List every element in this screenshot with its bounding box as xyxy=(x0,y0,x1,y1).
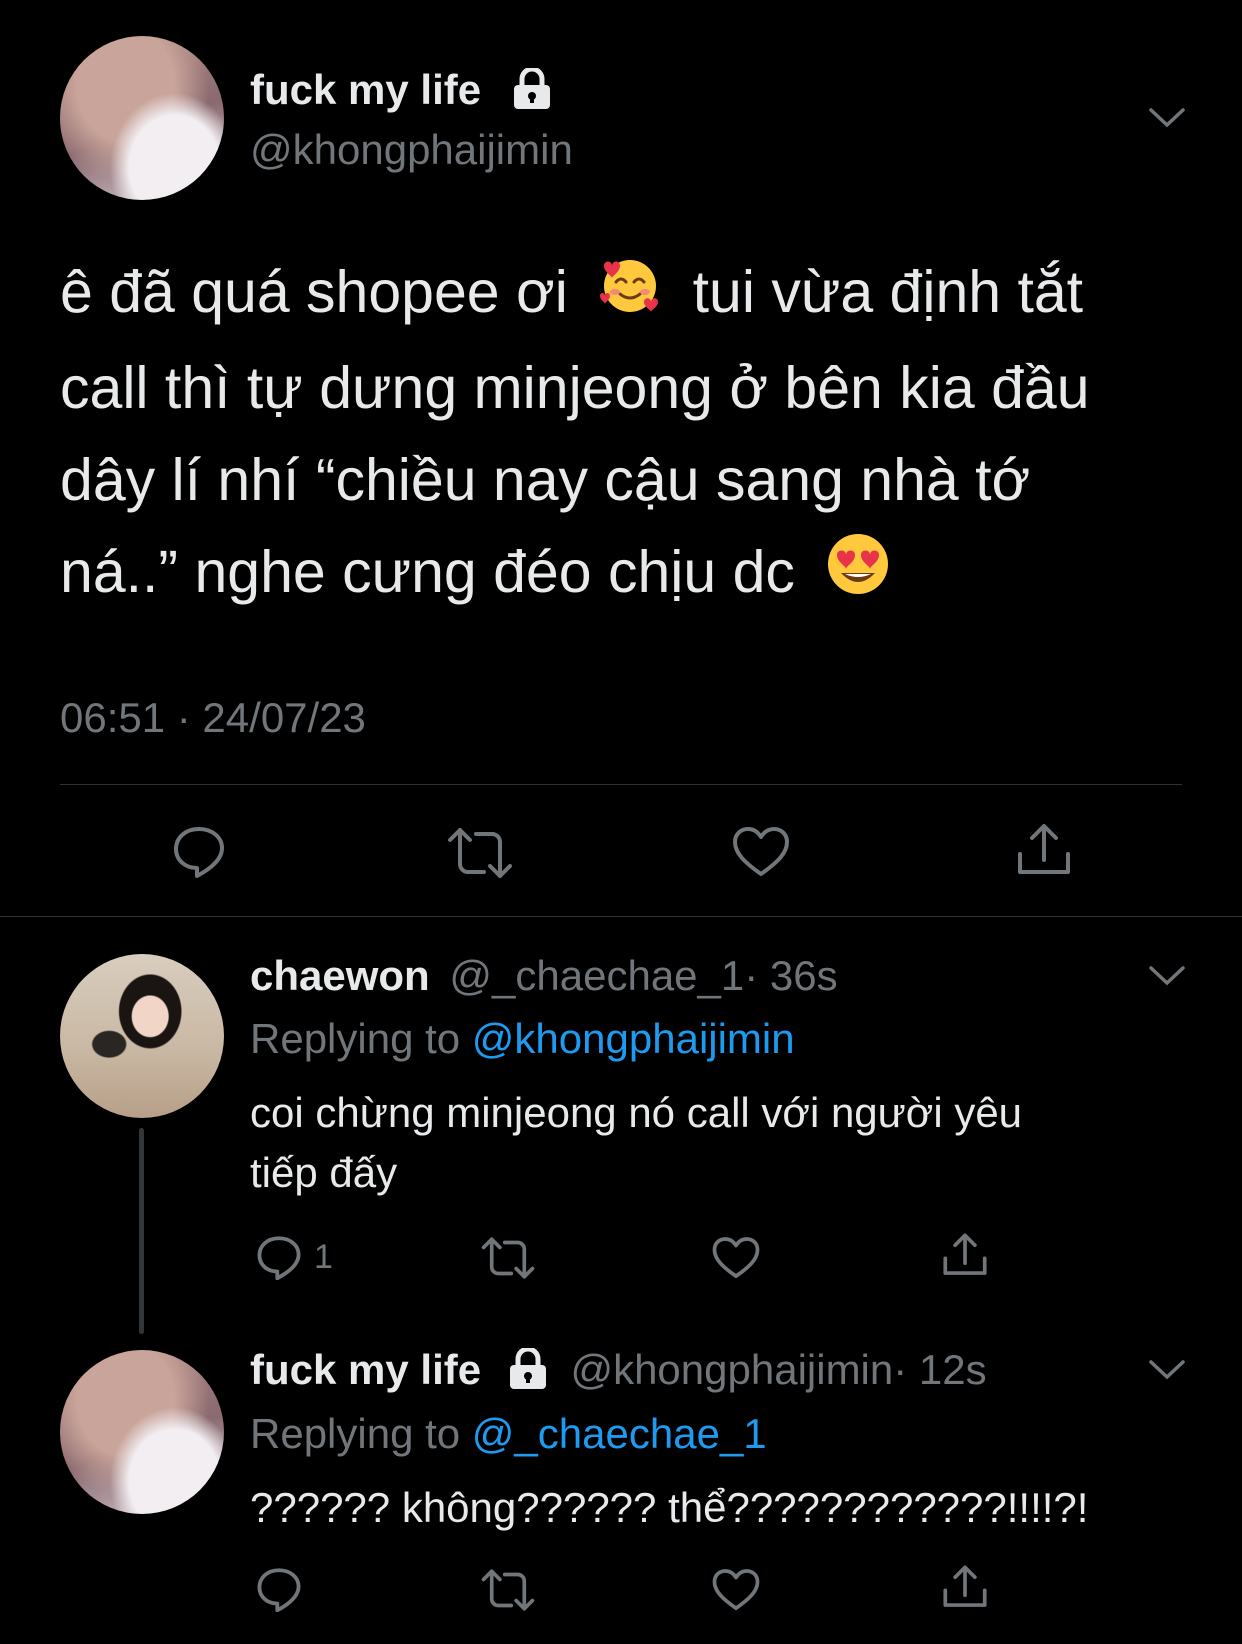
reply-header: chaewon @_chaechae_1· 36s xyxy=(250,952,838,1000)
time: · 12s xyxy=(893,1346,987,1393)
tweet-text-line: ê đã quá shopee ơi xyxy=(60,259,568,325)
smiling-face-with-hearts-icon xyxy=(598,250,662,342)
display-name[interactable]: chaewon xyxy=(250,952,430,999)
divider xyxy=(0,916,1242,917)
retweet-icon[interactable] xyxy=(480,1568,536,1612)
tweet-text-line: dây lí nhí “chiều nay cậu sang nhà tớ xyxy=(60,447,1031,514)
replying-to: Replying to @_chaechae_1 xyxy=(250,1410,767,1458)
lock-icon xyxy=(507,1347,549,1390)
reply-text: coi chừng minjeong nó call với người yêu… xyxy=(250,1083,1210,1203)
avatar[interactable] xyxy=(60,36,224,200)
timestamp: 06:51 · 24/07/23 xyxy=(60,694,366,741)
tweet-text-line: call thì tự dưng minjeong ở bên kia đầu xyxy=(60,355,1090,422)
time: · 36s xyxy=(744,952,838,999)
thread-line xyxy=(139,1128,144,1334)
tweet-text-line: ná..” nghe cưng đéo chịu dc xyxy=(60,539,795,606)
reply-icon[interactable] xyxy=(172,824,226,878)
reply-text-line: tiếp đấy xyxy=(250,1149,398,1196)
reply-count: 1 xyxy=(314,1238,333,1276)
handle[interactable]: @_chaechae_1 xyxy=(449,952,744,999)
tweet-text-line: tui vừa định tắt xyxy=(692,259,1084,325)
replying-to-label: Replying to xyxy=(250,1015,461,1062)
reply-text-line: coi chừng minjeong nó call với người yêu xyxy=(250,1089,1023,1136)
display-name[interactable]: fuck my life xyxy=(250,1346,481,1393)
display-name-text: fuck my life xyxy=(250,66,482,113)
reply-icon[interactable] xyxy=(256,1234,302,1280)
retweet-icon[interactable] xyxy=(480,1236,536,1280)
lock-icon xyxy=(511,67,553,110)
reply-text: ?????? không?????? thể????????????!!!!?! xyxy=(250,1484,1089,1531)
divider xyxy=(60,784,1182,785)
like-icon[interactable] xyxy=(712,1568,760,1612)
handle[interactable]: @khongphaijimin xyxy=(570,1346,893,1393)
like-icon[interactable] xyxy=(712,1236,760,1280)
like-icon[interactable] xyxy=(732,826,790,878)
chevron-down-icon[interactable] xyxy=(1148,1358,1186,1382)
retweet-icon[interactable] xyxy=(446,826,514,880)
tweet-text: ê đã quá shopee ơi tui vừa định tắt call… xyxy=(60,246,1210,623)
avatar[interactable] xyxy=(60,954,224,1118)
chevron-down-icon[interactable] xyxy=(1148,964,1186,988)
replying-to-link[interactable]: @_chaechae_1 xyxy=(472,1410,767,1457)
chevron-down-icon[interactable] xyxy=(1148,106,1186,130)
share-icon[interactable] xyxy=(942,1564,988,1610)
share-icon[interactable] xyxy=(942,1232,988,1278)
replying-to: Replying to @khongphaijimin xyxy=(250,1015,795,1063)
display-name[interactable]: fuck my life xyxy=(250,66,553,114)
heart-eyes-icon xyxy=(825,531,891,623)
avatar[interactable] xyxy=(60,1350,224,1514)
handle[interactable]: @khongphaijimin xyxy=(250,126,573,174)
reply-icon[interactable] xyxy=(256,1566,302,1612)
replying-to-label: Replying to xyxy=(250,1410,461,1457)
replying-to-link[interactable]: @khongphaijimin xyxy=(472,1015,795,1062)
share-icon[interactable] xyxy=(1016,822,1072,878)
reply-header: fuck my life @khongphaijimin· 12s xyxy=(250,1346,987,1394)
